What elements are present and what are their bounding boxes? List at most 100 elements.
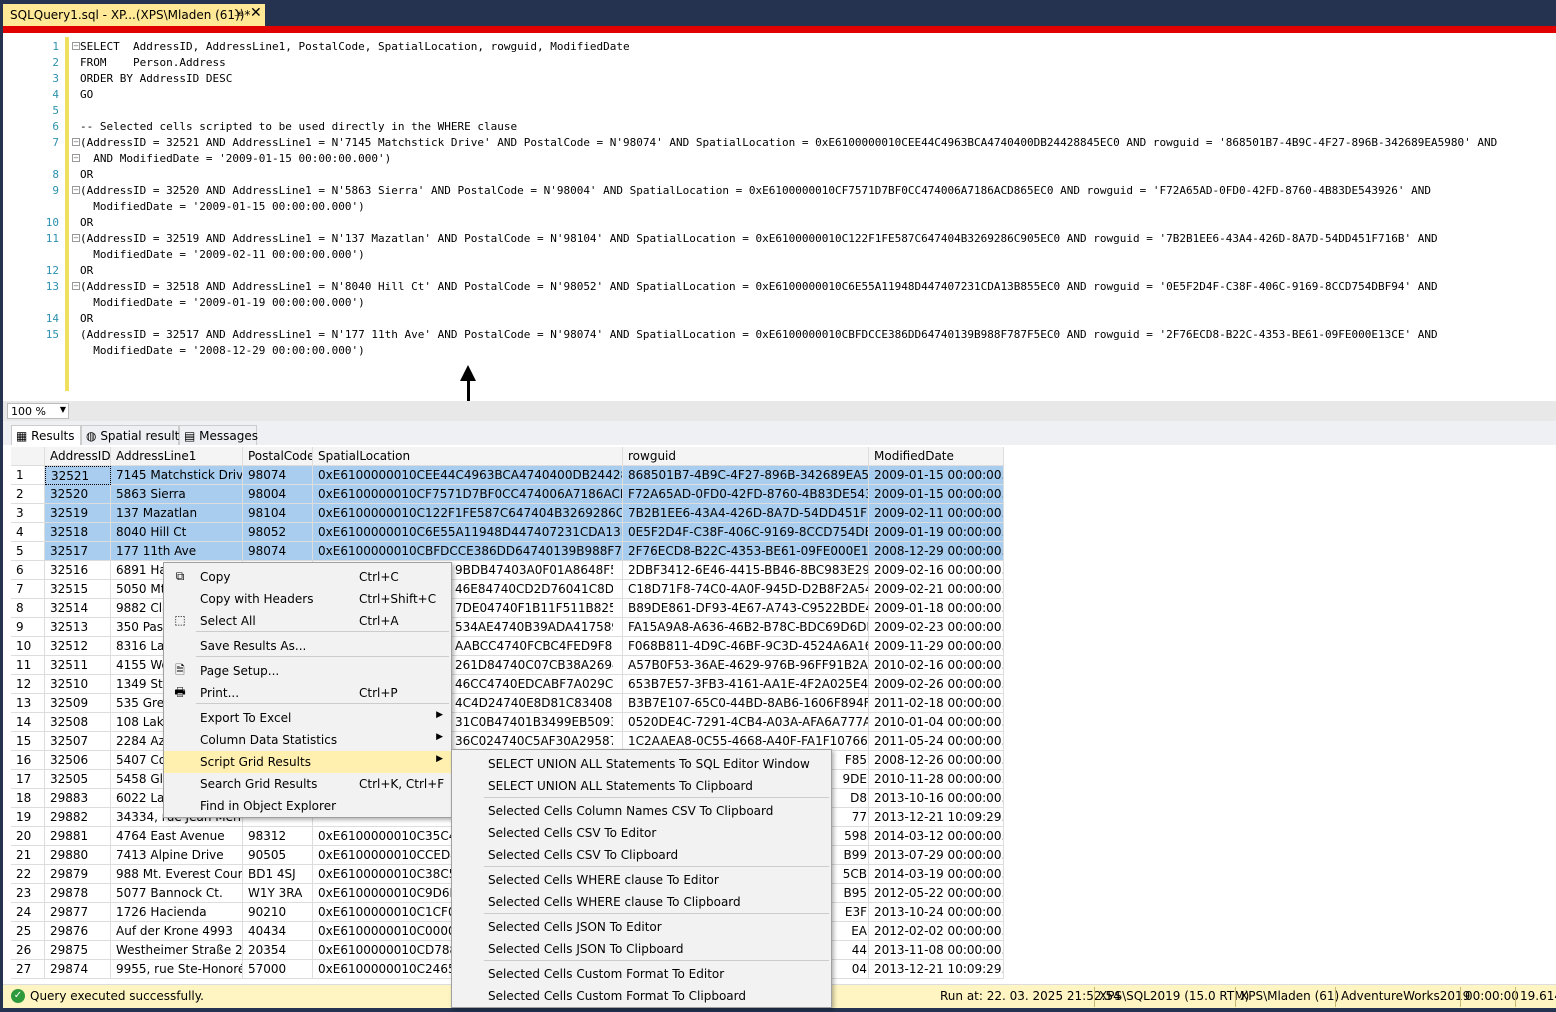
menu-item-export-to-excel[interactable]: Export To Excel ▶ <box>164 707 451 729</box>
grid-cell[interactable]: 2011-02-18 00:00:00.000 <box>869 694 1004 713</box>
grid-cell[interactable]: 868501B7-4B9C-4F27-896B-342689EA5980 <box>623 466 869 485</box>
fold-toggle-icon[interactable]: − <box>72 186 80 194</box>
column-header-postalcode[interactable]: PostalCode <box>243 447 313 466</box>
submenu-item-selected-cells-where-clause-to-editor[interactable]: Selected Cells WHERE clause To Editor <box>452 869 831 891</box>
menu-item-select-all[interactable]: ⬚ Select All Ctrl+A <box>164 610 451 632</box>
row-number[interactable]: 18 <box>11 789 45 808</box>
pin-icon[interactable]: ⇲ <box>234 8 242 19</box>
grid-cell[interactable]: 2012-02-02 00:00:00.000 <box>869 922 1004 941</box>
menu-item-find-in-object-explorer[interactable]: Find in Object Explorer <box>164 795 451 817</box>
grid-cell[interactable]: Auf der Krone 4993 <box>111 922 243 941</box>
grid-cell[interactable]: 2009-11-29 00:00:00.000 <box>869 637 1004 656</box>
row-number[interactable]: 10 <box>11 637 45 656</box>
menu-item-column-data-statistics[interactable]: Column Data Statistics ▶ <box>164 729 451 751</box>
grid-cell[interactable]: W1Y 3RA <box>243 884 313 903</box>
submenu-item-select-union-all-statements-to-sql-editor-window[interactable]: SELECT UNION ALL Statements To SQL Edito… <box>452 753 831 775</box>
grid-cell[interactable]: 32508 <box>45 713 111 732</box>
grid-cell[interactable]: 32512 <box>45 637 111 656</box>
row-number[interactable]: 6 <box>11 561 45 580</box>
grid-cell[interactable]: 32506 <box>45 751 111 770</box>
row-number[interactable]: 23 <box>11 884 45 903</box>
row-number[interactable]: 24 <box>11 903 45 922</box>
grid-cell[interactable]: 0xE6100000010CEE44C4963BCA4740400DB24428… <box>313 466 623 485</box>
row-number[interactable]: 4 <box>11 523 45 542</box>
grid-cell[interactable]: 2008-12-26 00:00:00.000 <box>869 751 1004 770</box>
grid-cell[interactable]: 29882 <box>45 808 111 827</box>
fold-toggle-icon[interactable]: − <box>72 282 80 290</box>
grid-cell[interactable]: 32510 <box>45 675 111 694</box>
grid-cell[interactable]: 2009-01-15 00:00:00.000 <box>869 485 1004 504</box>
grid-cell[interactable]: 32511 <box>45 656 111 675</box>
grid-cell[interactable]: 32518 <box>45 523 111 542</box>
grid-cell[interactable]: 0xE6100000010C6E55A11948D447407231CDA13B… <box>313 523 623 542</box>
grid-cell[interactable]: 2009-02-23 00:00:00.000 <box>869 618 1004 637</box>
row-number[interactable]: 16 <box>11 751 45 770</box>
menu-item-page-setup[interactable]: 🗎 Page Setup... <box>164 660 451 682</box>
grid-cell[interactable]: 98052 <box>243 523 313 542</box>
grid-cell[interactable]: 2014-03-12 00:00:00.000 <box>869 827 1004 846</box>
tab-results[interactable]: ▦ Results <box>11 425 81 445</box>
grid-cell[interactable]: 29874 <box>45 960 111 979</box>
grid-cell[interactable]: B3B7E107-65C0-44BD-8AB6-1606F894F68B <box>623 694 869 713</box>
grid-cell[interactable]: 29880 <box>45 846 111 865</box>
grid-cell[interactable]: 98104 <box>243 504 313 523</box>
grid-cell[interactable]: 988 Mt. Everest Court <box>111 865 243 884</box>
row-number[interactable]: 5 <box>11 542 45 561</box>
menu-item-print[interactable]: 🖶 Print... Ctrl+P <box>164 682 451 704</box>
row-number[interactable]: 26 <box>11 941 45 960</box>
grid-cell[interactable]: 2009-02-16 00:00:00.000 <box>869 561 1004 580</box>
menu-item-search-grid-results[interactable]: Search Grid Results Ctrl+K, Ctrl+F <box>164 773 451 795</box>
grid-cell[interactable]: 2010-11-28 00:00:00.000 <box>869 770 1004 789</box>
grid-cell[interactable]: F72A65AD-0FD0-42FD-8760-4B83DE543926 <box>623 485 869 504</box>
grid-cell[interactable]: 9955, rue Ste-Honoré <box>111 960 243 979</box>
row-number[interactable]: 20 <box>11 827 45 846</box>
grid-cell[interactable]: 2012-05-22 00:00:00.000 <box>869 884 1004 903</box>
grid-cell[interactable]: 29879 <box>45 865 111 884</box>
grid-cell[interactable]: 32509 <box>45 694 111 713</box>
row-number[interactable]: 21 <box>11 846 45 865</box>
submenu-item-selected-cells-json-to-clipboard[interactable]: Selected Cells JSON To Clipboard <box>452 938 831 960</box>
grid-cell[interactable]: 2013-07-29 00:00:00.000 <box>869 846 1004 865</box>
grid-cell[interactable]: 0xE6100000010C122F1FE587C647404B3269286C… <box>313 504 623 523</box>
menu-item-save-results-as[interactable]: Save Results As... <box>164 635 451 657</box>
grid-cell[interactable]: 5863 Sierra <box>111 485 243 504</box>
grid-cell[interactable]: 0E5F2D4F-C38F-406C-9169-8CCD754DBF94 <box>623 523 869 542</box>
query-editor[interactable]: 1 SELECT AddressID, AddressLine1, PostalC… <box>3 33 1556 401</box>
tab-spatial-results[interactable]: ◍ Spatial results <box>81 425 186 445</box>
grid-cell[interactable]: 32519 <box>45 504 111 523</box>
column-header-addressid[interactable]: AddressID <box>45 447 111 466</box>
grid-cell[interactable]: 98004 <box>243 485 313 504</box>
grid-cell[interactable]: 177 11th Ave <box>111 542 243 561</box>
grid-cell[interactable]: 653B7E57-3FB3-4161-AA1E-4F2A025E4A8C <box>623 675 869 694</box>
grid-cell[interactable]: 29878 <box>45 884 111 903</box>
row-number[interactable]: 19 <box>11 808 45 827</box>
grid-cell[interactable]: 2F76ECD8-B22C-4353-BE61-09FE000E13CE <box>623 542 869 561</box>
grid-cell[interactable]: 2010-02-16 00:00:00.000 <box>869 656 1004 675</box>
row-number[interactable]: 1 <box>11 466 45 485</box>
grid-cell[interactable]: 57000 <box>243 960 313 979</box>
close-tab-icon[interactable]: ✕ <box>250 5 262 21</box>
fold-toggle-icon[interactable]: − <box>72 138 80 146</box>
row-number[interactable]: 27 <box>11 960 45 979</box>
grid-cell[interactable]: 29883 <box>45 789 111 808</box>
grid-cell[interactable]: 32505 <box>45 770 111 789</box>
column-header-addressline1[interactable]: AddressLine1 <box>111 447 243 466</box>
grid-cell[interactable]: 0520DE4C-7291-4CB4-A03A-AFA6A777AF61 <box>623 713 869 732</box>
grid-cell[interactable]: 137 Mazatlan <box>111 504 243 523</box>
menu-item-copy[interactable]: ⧉ Copy Ctrl+C <box>164 566 451 588</box>
grid-cell[interactable]: 32507 <box>45 732 111 751</box>
grid-cell[interactable]: 2013-12-21 10:09:29.423 <box>869 808 1004 827</box>
row-number[interactable]: 25 <box>11 922 45 941</box>
grid-cell[interactable]: 32513 <box>45 618 111 637</box>
grid-cell[interactable]: 32520 <box>45 485 111 504</box>
grid-cell[interactable]: 2009-02-11 00:00:00.000 <box>869 504 1004 523</box>
grid-cell[interactable]: 2009-02-26 00:00:00.000 <box>869 675 1004 694</box>
grid-cell[interactable]: A57B0F53-36AE-4629-976B-96FF91B2A070 <box>623 656 869 675</box>
grid-corner[interactable] <box>11 447 45 466</box>
fold-toggle-icon[interactable]: − <box>72 234 80 242</box>
grid-cell[interactable]: 2010-01-04 00:00:00.000 <box>869 713 1004 732</box>
row-number[interactable]: 3 <box>11 504 45 523</box>
row-number[interactable]: 17 <box>11 770 45 789</box>
menu-item-script-grid-results[interactable]: Script Grid Results ▶ <box>164 751 451 773</box>
grid-cell[interactable]: 2013-11-08 00:00:00.000 <box>869 941 1004 960</box>
